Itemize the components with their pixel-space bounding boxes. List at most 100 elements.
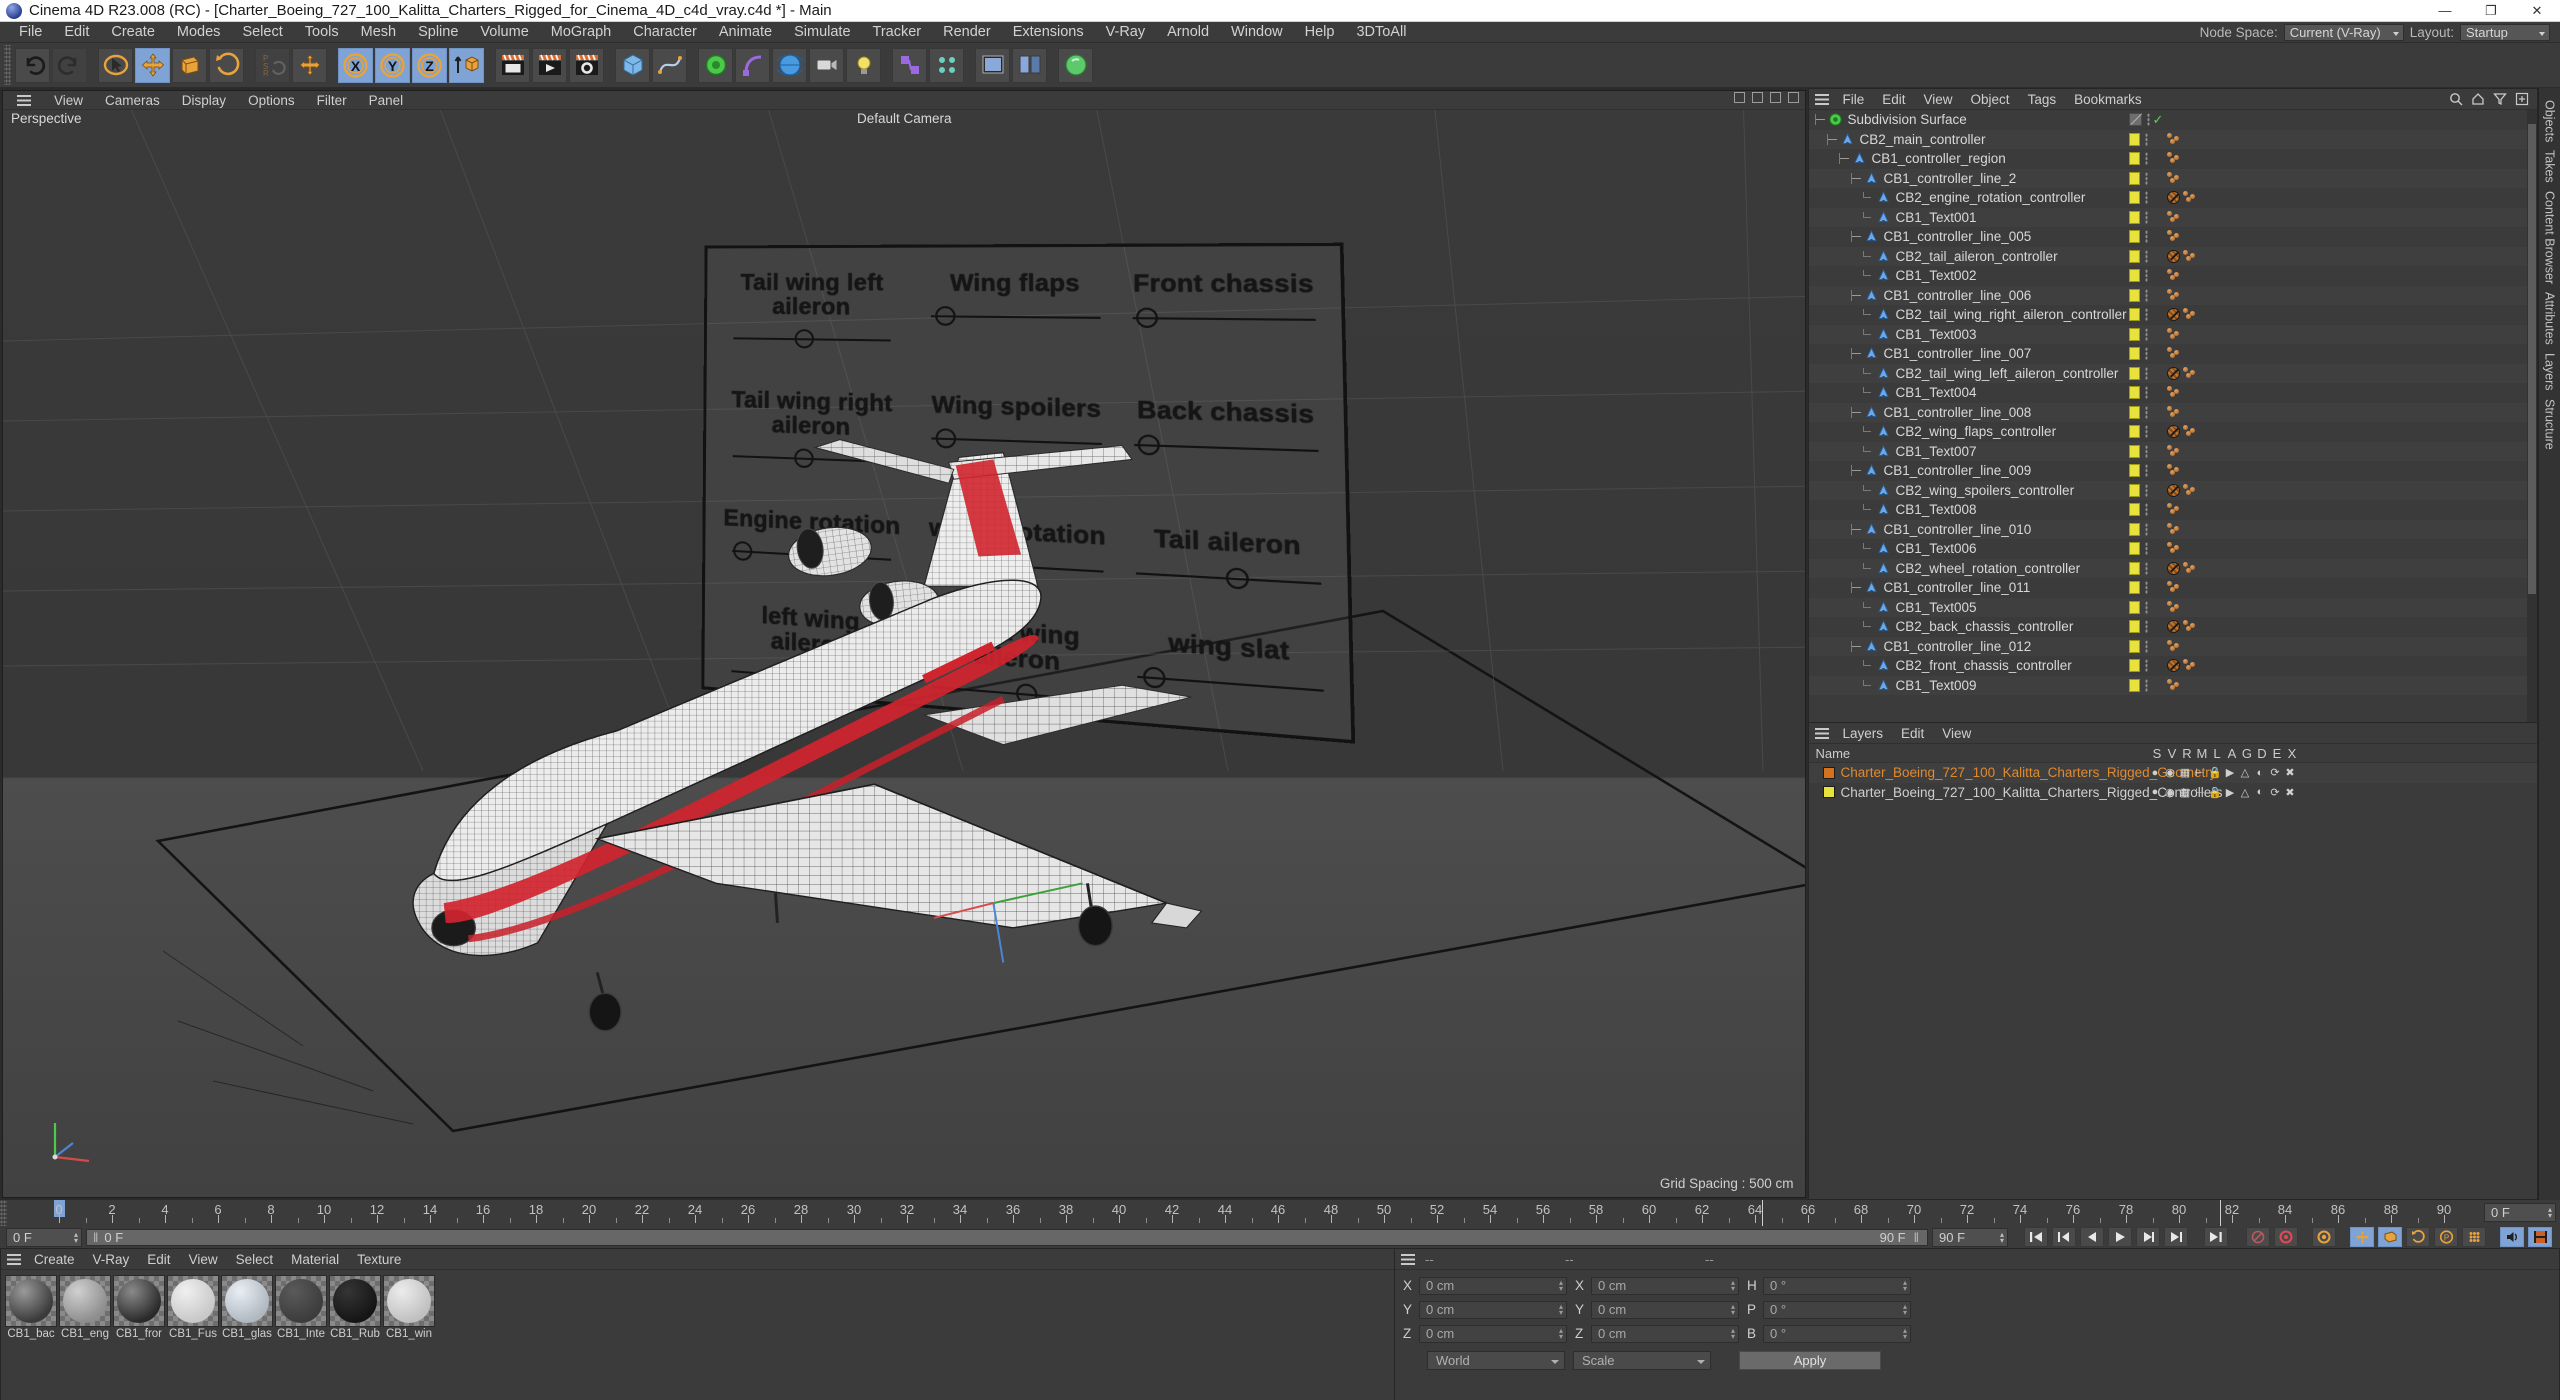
- render-view-button[interactable]: [495, 47, 530, 83]
- render-region-button[interactable]: [532, 47, 567, 83]
- undo-button[interactable]: [15, 47, 50, 83]
- protection-tag-icon[interactable]: [2167, 191, 2181, 205]
- billboard-slider-knob[interactable]: [794, 448, 814, 469]
- record-active-objects-button[interactable]: [2246, 1227, 2270, 1247]
- object-manager-hamburger-icon[interactable]: [1815, 93, 1830, 105]
- null-object-icon[interactable]: [1876, 444, 1891, 459]
- menu-item-character[interactable]: Character: [622, 22, 708, 43]
- tag-dots-icon[interactable]: [2145, 639, 2149, 653]
- camera-button[interactable]: [809, 47, 844, 83]
- viewport-menu-panel[interactable]: Panel: [358, 93, 415, 108]
- tag-dots-icon[interactable]: [2145, 249, 2149, 263]
- home-icon[interactable]: [2471, 92, 2485, 106]
- object-row[interactable]: CB1_controller_line_006: [1809, 285, 2538, 305]
- lock-icon[interactable]: 🔒: [2207, 766, 2222, 779]
- billboard-slider[interactable]: [1124, 432, 1330, 463]
- rotation-spinner[interactable]: ▴ ▾: [1903, 1302, 1907, 1316]
- billboard-slider-knob[interactable]: [936, 551, 957, 574]
- render-settings-button[interactable]: [569, 47, 604, 83]
- viewport-menu-display[interactable]: Display: [171, 93, 237, 108]
- null-object-icon[interactable]: [1876, 210, 1891, 225]
- material-preview[interactable]: [221, 1275, 273, 1327]
- tag-dots-icon[interactable]: [2145, 503, 2149, 517]
- deformer-group-button[interactable]: [892, 47, 927, 83]
- object-row[interactable]: CB1_controller_line_007: [1809, 344, 2537, 364]
- tree-collapse-icon[interactable]: [1851, 289, 1862, 301]
- layer-color-tag[interactable]: [2129, 366, 2141, 380]
- scale-tool-button[interactable]: [172, 47, 207, 83]
- material-item[interactable]: CB1_Rub: [329, 1275, 381, 1340]
- tag-dots-icon[interactable]: [2145, 425, 2149, 439]
- tree-collapse-icon[interactable]: [1851, 640, 1862, 652]
- object-row[interactable]: CB2_main_controller: [1809, 129, 2538, 149]
- viewport-close-icon[interactable]: [1788, 92, 1800, 103]
- side-tab-objects[interactable]: Objects: [2541, 96, 2559, 146]
- billboard-slider-knob[interactable]: [935, 306, 956, 326]
- end-frame-field[interactable]: 90 F ▴ ▾: [1932, 1227, 2008, 1247]
- null-object-icon[interactable]: [1864, 405, 1879, 420]
- layer-color-tag[interactable]: [2129, 308, 2141, 322]
- rotation-spinner[interactable]: ▴ ▾: [1903, 1326, 1907, 1340]
- object-row[interactable]: CB1_controller_line_008: [1809, 402, 2538, 422]
- position-spinner[interactable]: ▴ ▾: [1559, 1278, 1563, 1292]
- object-row[interactable]: CB1_controller_line_010: [1809, 519, 2538, 539]
- object-tree-scroll-thumb[interactable]: [2528, 124, 2537, 594]
- render-icon[interactable]: ▦: [2177, 766, 2192, 779]
- null-object-icon[interactable]: [1864, 522, 1879, 537]
- null-object-icon[interactable]: [1876, 502, 1891, 517]
- protection-tag-icon[interactable]: [2167, 483, 2181, 497]
- object-row[interactable]: CB2_tail_wing_right_aileron_controller: [1809, 305, 2537, 325]
- billboard-slider[interactable]: [922, 674, 1115, 713]
- layer-color-tag[interactable]: [2129, 171, 2141, 185]
- expand-icon[interactable]: [2515, 92, 2529, 106]
- tree-collapse-icon[interactable]: [1851, 465, 1862, 477]
- objmgr-menu-edit[interactable]: Edit: [1873, 92, 1914, 107]
- menu-item-tools[interactable]: Tools: [294, 22, 350, 43]
- timeline-grip[interactable]: [0, 1200, 7, 1226]
- billboard-slider-knob[interactable]: [793, 665, 814, 688]
- constraint-tag-icon[interactable]: [2167, 386, 2181, 399]
- null-object-icon[interactable]: [1876, 658, 1891, 673]
- rotation-field[interactable]: 0 ° ▴ ▾: [1763, 1300, 1911, 1319]
- animation-icon[interactable]: ▶: [2222, 766, 2237, 779]
- close-button[interactable]: ✕: [2514, 0, 2560, 22]
- null-object-icon[interactable]: [1864, 463, 1879, 478]
- play-button[interactable]: [2108, 1227, 2132, 1247]
- side-tab-structure[interactable]: Structure: [2541, 395, 2559, 454]
- generators-icon[interactable]: △: [2237, 766, 2252, 779]
- layer-color-tag[interactable]: [2129, 191, 2141, 205]
- move-tool-button[interactable]: [135, 47, 170, 83]
- visible-icon[interactable]: ◉: [2162, 766, 2177, 779]
- menu-item-3dtoall[interactable]: 3DToAll: [1345, 22, 1417, 43]
- layer-color-tag[interactable]: [2129, 132, 2141, 146]
- layer-color-tag[interactable]: [2129, 210, 2141, 224]
- menu-item-select[interactable]: Select: [231, 22, 293, 43]
- node-space-select[interactable]: Current (V-Ray): [2283, 23, 2404, 41]
- toolbar-grip[interactable]: [4, 45, 11, 85]
- menu-item-arnold[interactable]: Arnold: [1156, 22, 1220, 43]
- null-object-icon[interactable]: [1876, 600, 1891, 615]
- tree-collapse-icon[interactable]: [1851, 406, 1862, 418]
- key-pla-button[interactable]: [2462, 1227, 2486, 1247]
- null-object-icon[interactable]: [1876, 307, 1891, 322]
- billboard-slider-knob[interactable]: [935, 428, 957, 449]
- tag-dots-icon[interactable]: [2145, 542, 2149, 556]
- step-forward-button[interactable]: [2136, 1227, 2160, 1247]
- layermgr-menu-layers[interactable]: Layers: [1833, 726, 1892, 741]
- constraint-tag-icon[interactable]: [2183, 249, 2197, 263]
- maximize-button[interactable]: ❐: [2468, 0, 2514, 22]
- material-preview[interactable]: [167, 1275, 219, 1327]
- position-field[interactable]: 0 cm ▴ ▾: [1419, 1300, 1567, 1319]
- tag-dots-icon[interactable]: [2145, 366, 2149, 380]
- tree-collapse-icon[interactable]: [1851, 231, 1862, 243]
- null-object-icon[interactable]: [1864, 580, 1879, 595]
- subdivision-toggle-icon[interactable]: [2129, 113, 2143, 127]
- layer-color-tag[interactable]: [2129, 444, 2141, 458]
- tree-collapse-icon[interactable]: [1851, 172, 1862, 184]
- protection-tag-icon[interactable]: [2167, 249, 2181, 263]
- layer-color-tag[interactable]: [2129, 620, 2141, 634]
- tag-dots-icon[interactable]: [2145, 210, 2149, 224]
- timeline-ruler[interactable]: 0 2 4 6 8 10 12 14 16 18 20 22 24 26 28 30 32 34 36 38 40 42 4…: [7, 1200, 2480, 1226]
- layer-color-tag[interactable]: [2129, 425, 2141, 439]
- constraint-tag-icon[interactable]: [2167, 210, 2181, 224]
